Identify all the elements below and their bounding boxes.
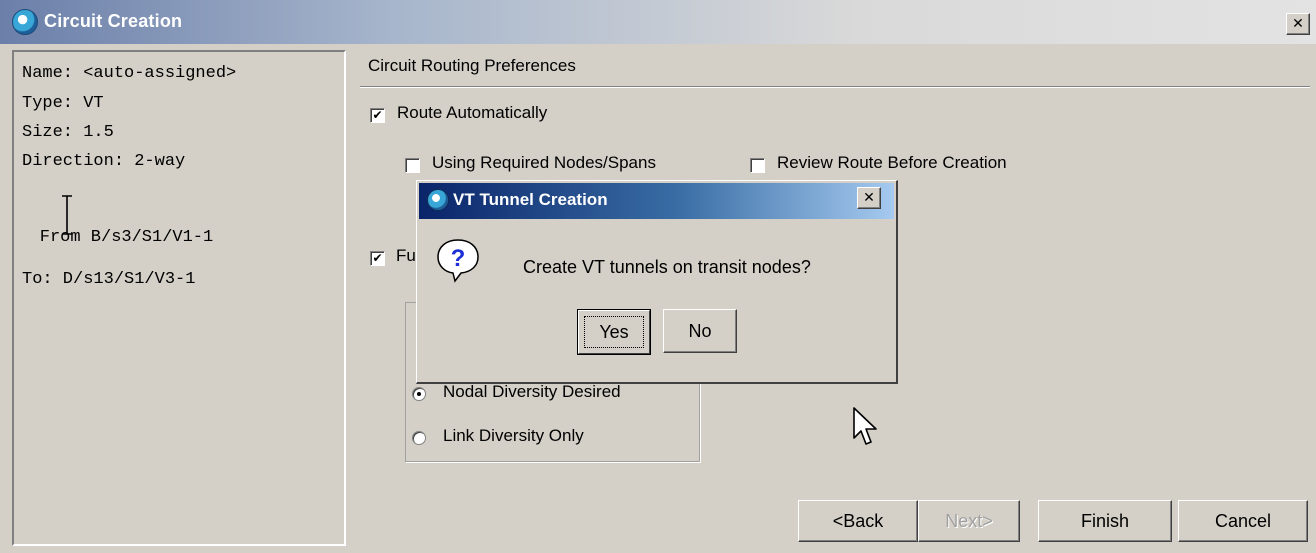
window-close-button[interactable]: ✕ [1286, 13, 1310, 35]
circuit-size-text: Size: 1.5 [22, 123, 114, 142]
svg-text:?: ? [451, 245, 466, 272]
from-value: B/s3/S1/V1-1 [80, 228, 214, 247]
review-route-label: Review Route Before Creation [777, 153, 1007, 172]
nodal-diversity-label: Nodal Diversity Desired [443, 382, 621, 401]
vt-tunnel-dialog: VT Tunnel Creation ✕ ? Create VT tunnels… [416, 180, 898, 384]
question-icon: ? [437, 239, 479, 283]
dialog-close-button[interactable]: ✕ [857, 187, 881, 209]
dialog-message: Create VT tunnels on transit nodes? [523, 257, 811, 277]
text-cursor-icon [62, 195, 72, 235]
link-diversity-label: Link Diversity Only [443, 426, 584, 445]
nodal-diversity-radio[interactable] [412, 387, 426, 401]
cancel-button[interactable]: Cancel [1178, 500, 1308, 542]
fully-protected-checkbox[interactable]: ✔ [370, 251, 385, 266]
fully-protected-label: Fu [396, 246, 416, 265]
finish-button[interactable]: Finish [1038, 500, 1172, 542]
circuit-app-icon [12, 9, 38, 35]
window-title: Circuit Creation [44, 11, 183, 31]
using-required-nodes-checkbox[interactable] [405, 158, 420, 173]
circuit-name-text: Name: <auto-assigned> [22, 64, 237, 83]
circuit-type-text: Type: VT [22, 94, 104, 113]
dialog-title: VT Tunnel Creation [453, 190, 608, 209]
mouse-pointer-icon [853, 407, 877, 445]
route-automatically-checkbox[interactable]: ✔ [370, 108, 385, 123]
route-automatically-label: Route Automatically [397, 103, 548, 122]
back-button[interactable]: <Back [798, 500, 918, 542]
routing-preferences-heading: Circuit Routing Preferences [368, 56, 576, 75]
window-title-bar[interactable] [0, 0, 1316, 44]
yes-button-label: Yes [578, 310, 650, 354]
review-route-checkbox[interactable] [750, 158, 765, 173]
using-required-nodes-label: Using Required Nodes/Spans [432, 153, 656, 172]
circuit-from-text: From B/s3/S1/V1-1 [22, 210, 213, 265]
section-divider [360, 86, 1310, 88]
no-button[interactable]: No [663, 309, 737, 353]
circuit-to-text: To: D/s13/S1/V3-1 [22, 270, 196, 289]
circuit-info-panel: Name: <auto-assigned> Type: VT Size: 1.5… [12, 50, 346, 546]
yes-button[interactable]: Yes [577, 309, 651, 355]
link-diversity-radio[interactable] [412, 431, 426, 445]
circuit-app-icon [427, 189, 449, 211]
circuit-direction-text: Direction: 2-way [22, 152, 186, 171]
next-button[interactable]: Next> [918, 500, 1020, 542]
